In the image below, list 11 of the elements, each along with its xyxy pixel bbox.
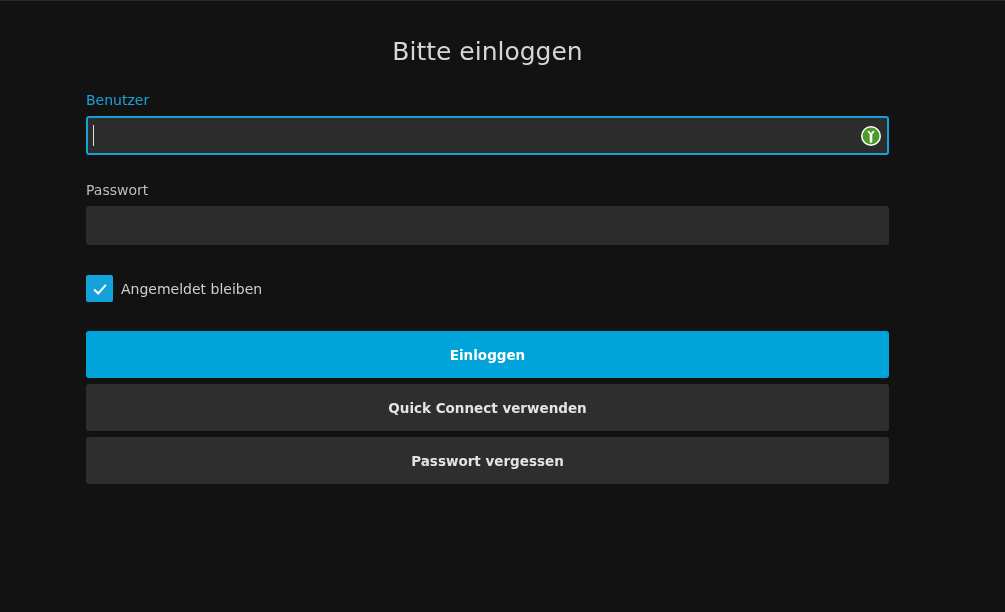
password-field[interactable]	[86, 206, 889, 245]
remember-checkbox[interactable]	[86, 275, 113, 302]
field-label: Passwort	[86, 181, 149, 199]
secondary-button[interactable]: Passwort vergessen	[86, 437, 889, 484]
text-cursor	[93, 125, 94, 146]
key-icon[interactable]	[860, 125, 882, 147]
secondary-button[interactable]: Quick Connect verwenden	[86, 384, 889, 431]
field-label: Benutzer	[86, 91, 150, 109]
checkbox-label: Angemeldet bleiben	[121, 280, 263, 297]
username-field[interactable]	[86, 116, 889, 155]
page-title: Bitte einloggen	[392, 36, 583, 68]
